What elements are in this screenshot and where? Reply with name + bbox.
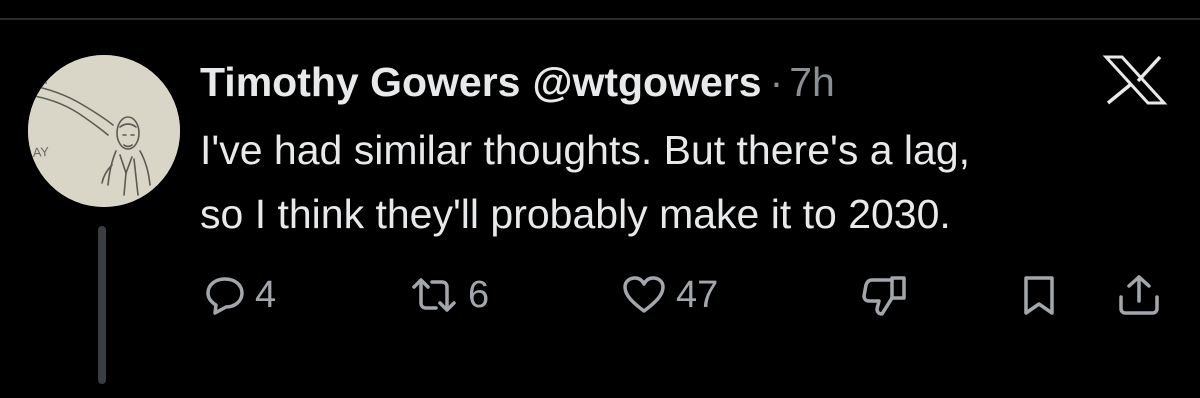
tweet-text-line: so I think they'll probably make it to 2… xyxy=(200,191,951,237)
heart-icon xyxy=(622,275,666,315)
tweet-header: Timothy Gowers @wtgowers · 7h xyxy=(200,52,835,112)
repost-button[interactable]: 6 xyxy=(410,265,489,325)
reply-icon xyxy=(205,275,245,315)
author-name[interactable]: Timothy Gowers xyxy=(200,52,520,112)
reply-button[interactable]: 4 xyxy=(205,265,276,325)
bookmark-icon xyxy=(1022,274,1056,316)
bookmark-button[interactable] xyxy=(1022,265,1056,325)
share-button[interactable] xyxy=(1116,265,1162,325)
reply-count: 4 xyxy=(255,273,277,316)
like-count: 47 xyxy=(676,273,719,316)
avatar-sketch: AY xyxy=(28,55,180,207)
share-icon xyxy=(1116,273,1162,317)
like-button[interactable]: 47 xyxy=(622,265,718,325)
action-bar: 4 6 47 xyxy=(0,265,1200,325)
avatar[interactable]: AY xyxy=(28,55,180,207)
repost-count: 6 xyxy=(468,273,490,316)
tweet-text-line: I've had similar thoughts. But there's a… xyxy=(200,127,971,173)
timestamp[interactable]: 7h xyxy=(789,52,835,112)
x-logo-icon xyxy=(1100,55,1170,105)
thumbs-down-icon xyxy=(862,274,908,316)
separator-dot: · xyxy=(769,59,784,105)
avatar-sketch-text: AY xyxy=(32,144,50,160)
top-divider xyxy=(0,18,1200,20)
author-handle[interactable]: @wtgowers xyxy=(532,52,761,112)
tweet-text: I've had similar thoughts. But there's a… xyxy=(200,118,1180,246)
repost-icon xyxy=(410,275,458,315)
dislike-button[interactable] xyxy=(862,265,908,325)
